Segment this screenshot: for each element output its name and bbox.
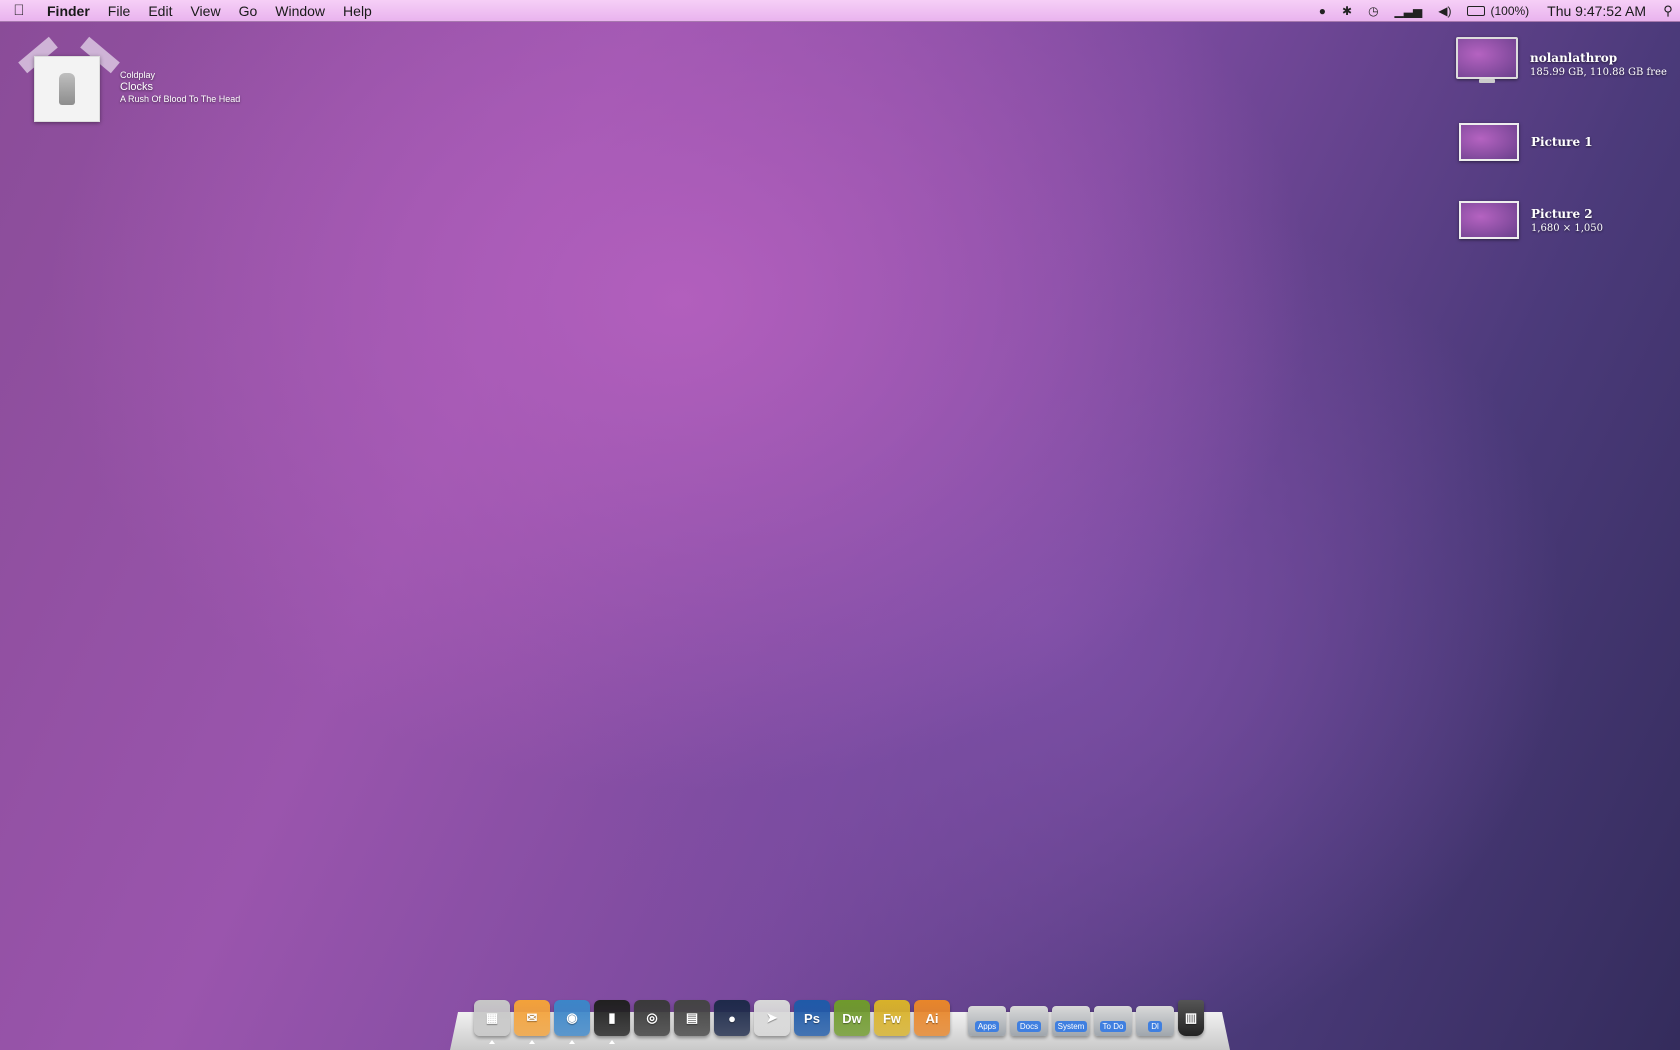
dock-folder-stack[interactable]: Apps (968, 1006, 1006, 1036)
menu-help[interactable]: Help (334, 3, 381, 19)
battery-percent: (100%) (1490, 3, 1530, 18)
image-thumbnail-icon (1459, 201, 1519, 239)
picture2-name: Picture 2 (1531, 207, 1593, 221)
dock-folder-stack[interactable]: Dl (1136, 1006, 1174, 1036)
fireworks-icon[interactable]: Fw (874, 1000, 910, 1036)
menu-bar:  Finder File Edit View Go Window Help ●… (0, 0, 1680, 22)
menu-app-name[interactable]: Finder (38, 3, 99, 19)
battery-indicator[interactable]: (100%) (1459, 4, 1537, 18)
folder-label: Docs (1016, 1021, 1042, 1032)
album-art[interactable] (34, 56, 100, 122)
running-indicator (489, 1040, 495, 1044)
menu-file[interactable]: File (99, 3, 140, 19)
dock-folder-stack[interactable]: Docs (1010, 1006, 1048, 1036)
menu-edit[interactable]: Edit (139, 3, 181, 19)
illustrator-icon[interactable]: Ai (914, 1000, 950, 1036)
track-artist: Coldplay (120, 70, 156, 80)
menu-window[interactable]: Window (266, 3, 334, 19)
folder-label: Apps (974, 1021, 1000, 1032)
dock: ▦ ✉ ◉ ▮ ◎ ▤ ● ➤ Ps Dw Fw Ai Apps Docs System To Do Dl ▥ (474, 996, 1204, 1044)
record-icon[interactable]: ● (1311, 4, 1334, 18)
bluetooth-icon[interactable]: ✱ (1334, 4, 1360, 18)
drive-name: nolanlathrop (1530, 51, 1618, 65)
menu-go[interactable]: Go (230, 3, 267, 19)
volume-icon[interactable]: ◀) (1430, 4, 1459, 18)
dock-folder-stack[interactable]: System (1052, 1006, 1090, 1036)
paper-plane-icon[interactable]: ➤ (754, 1000, 790, 1036)
folder-label: Dl (1148, 1021, 1162, 1032)
phone-icon[interactable]: ▮ (594, 1000, 630, 1044)
film-icon[interactable]: ▤ (674, 1000, 710, 1036)
image-thumbnail-icon (1459, 123, 1519, 161)
wifi-icon[interactable]: ▁▃▅ (1387, 4, 1431, 18)
monitor-icon (1456, 37, 1518, 83)
mail-icon[interactable]: ✉ (514, 1000, 550, 1044)
track-album: A Rush Of Blood To The Head (120, 94, 241, 104)
folder-label: System (1054, 1021, 1088, 1032)
running-indicator (569, 1040, 575, 1044)
lens-icon[interactable]: ● (714, 1000, 750, 1036)
running-indicator (609, 1040, 615, 1044)
menu-clock[interactable]: Thu 9:47:52 AM (1537, 3, 1656, 19)
picture1-name: Picture 1 (1531, 135, 1593, 149)
browser-globe-icon[interactable]: ◉ (554, 1000, 590, 1044)
time-machine-icon[interactable]: ◷ (1360, 4, 1386, 18)
desktop-drive-icon[interactable]: nolanlathrop 185.99 GB, 110.88 GB free (1456, 37, 1667, 83)
dock-folder-stack[interactable]: To Do (1094, 1006, 1132, 1036)
battery-icon (1467, 5, 1486, 16)
status-area: ● ✱ ◷ ▁▃▅ ◀) (100%) Thu 9:47:52 AM ⚲ (1311, 0, 1680, 22)
menu-view[interactable]: View (181, 3, 229, 19)
trash-icon[interactable]: ▥ (1178, 1000, 1204, 1036)
finder-icon[interactable]: ▦ (474, 1000, 510, 1044)
desktop-picture1-icon[interactable]: Picture 1 (1459, 123, 1593, 161)
apple-logo-icon[interactable]:  (0, 2, 38, 19)
drive-detail: 185.99 GB, 110.88 GB free (1530, 67, 1667, 78)
track-title: Clocks (120, 81, 154, 93)
desktop-picture2-icon[interactable]: Picture 2 1,680 × 1,050 (1459, 201, 1603, 239)
camera-icon[interactable]: ◎ (634, 1000, 670, 1036)
track-info: Coldplay Clocks A Rush Of Blood To The H… (120, 70, 240, 104)
folder-label: To Do (1099, 1021, 1127, 1032)
dreamweaver-icon[interactable]: Dw (834, 1000, 870, 1036)
picture2-detail: 1,680 × 1,050 (1531, 223, 1603, 234)
running-indicator (529, 1040, 535, 1044)
spotlight-search-icon[interactable]: ⚲ (1656, 3, 1680, 19)
photoshop-icon[interactable]: Ps (794, 1000, 830, 1036)
